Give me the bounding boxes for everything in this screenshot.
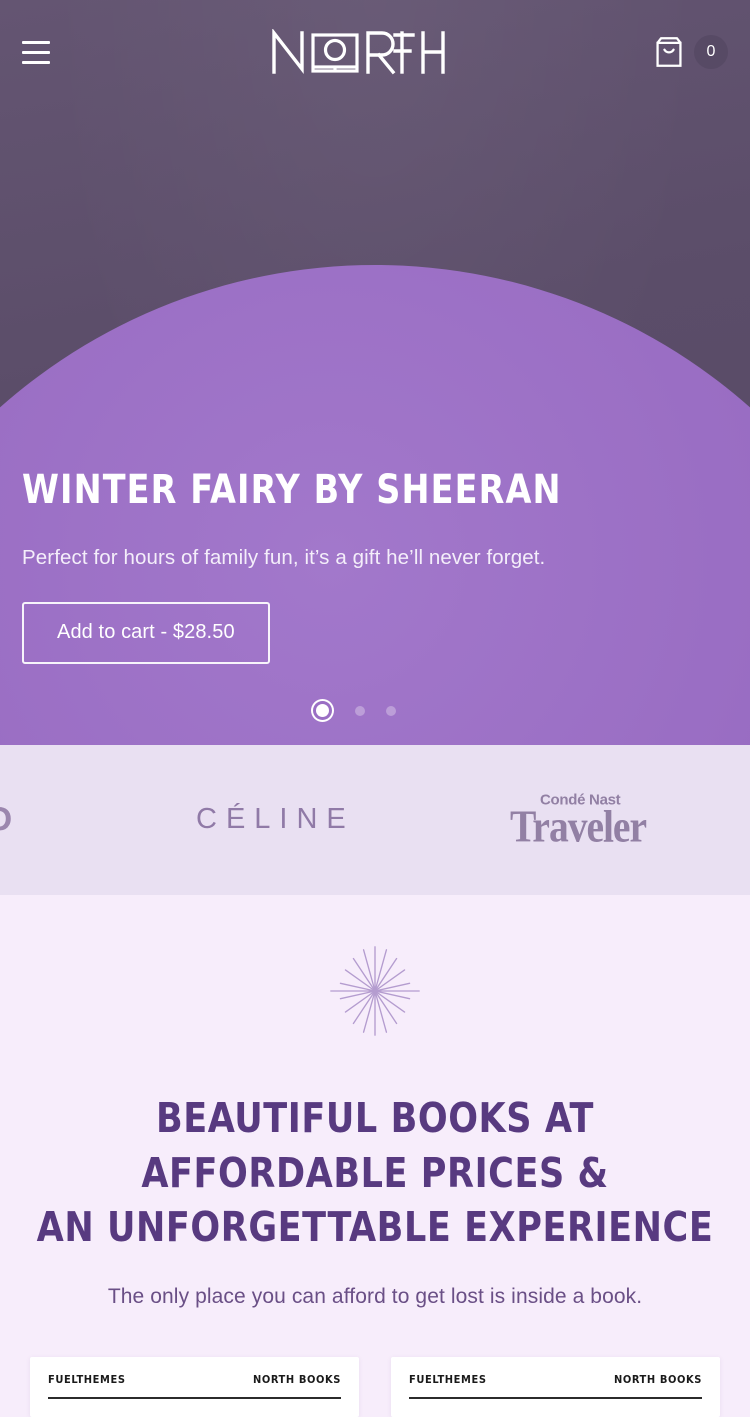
- hamburger-menu-icon[interactable]: [20, 32, 64, 72]
- cart-count-badge[interactable]: 0: [694, 35, 728, 69]
- book-card-divider: [409, 1396, 702, 1399]
- hero-content: WINTER FAIRY BY SHEERAN Perfect for hour…: [22, 470, 728, 745]
- add-to-cart-button[interactable]: Add to cart - $28.50: [22, 602, 270, 664]
- brand-logos-band: ED CÉLINE Condé Nast Traveler: [0, 745, 750, 895]
- cart-area[interactable]: 0: [654, 35, 728, 69]
- book-card-divider: [48, 1396, 341, 1399]
- book-card-list: FUELTHEMES NORTH BOOKS FUELTHEMES NORTH …: [0, 1356, 750, 1417]
- section-subheading: The only place you can afford to get los…: [107, 1284, 643, 1308]
- book-card[interactable]: FUELTHEMES NORTH BOOKS: [30, 1356, 359, 1417]
- carousel-dots: [0, 704, 706, 745]
- section-heading-line-2: AN UNFORGETTABLE EXPERIENCE: [36, 1203, 714, 1252]
- site-logo[interactable]: [271, 28, 447, 76]
- hero-title: WINTER FAIRY BY SHEERAN: [22, 467, 562, 514]
- brand-logo-celine: CÉLINE: [196, 802, 355, 835]
- carousel-dot-1[interactable]: [315, 704, 329, 717]
- intro-section: BEAUTIFUL BOOKS AT AFFORDABLE PRICES & A…: [0, 895, 750, 1417]
- book-card-header: FUELTHEMES NORTH BOOKS: [48, 1373, 341, 1386]
- book-card-publisher: NORTH BOOKS: [252, 1372, 341, 1386]
- brand-logo-conde-nast-traveler: Condé Nast Traveler: [510, 792, 668, 852]
- site-header: 0: [0, 0, 750, 104]
- menu-bar-2: [22, 50, 50, 54]
- hero-subtitle: Perfect for hours of family fun, it’s a …: [22, 546, 546, 570]
- book-card-brand: FUELTHEMES: [409, 1372, 487, 1386]
- traveler-label: Traveler: [510, 800, 647, 852]
- carousel-dot-3[interactable]: [385, 705, 396, 716]
- shopping-bag-icon[interactable]: [654, 36, 684, 68]
- menu-bar-3: [22, 60, 50, 64]
- book-card-brand: FUELTHEMES: [48, 1372, 126, 1386]
- book-card-publisher: NORTH BOOKS: [613, 1372, 702, 1386]
- menu-bar-1: [22, 40, 50, 44]
- north-logo-icon: [272, 29, 445, 75]
- book-card-header: FUELTHEMES NORTH BOOKS: [409, 1373, 702, 1386]
- hero-section: 0 WINTER FAIRY BY SHEERAN Perfect for ho…: [0, 0, 750, 745]
- starburst-icon: [330, 946, 420, 1036]
- section-heading: BEAUTIFUL BOOKS AT AFFORDABLE PRICES & A…: [19, 1091, 732, 1255]
- book-card[interactable]: FUELTHEMES NORTH BOOKS: [391, 1356, 720, 1417]
- carousel-dot-2[interactable]: [354, 705, 365, 716]
- brand-logo-wired: ED: [0, 801, 12, 840]
- section-heading-line-1: BEAUTIFUL BOOKS AT AFFORDABLE PRICES &: [141, 1094, 609, 1197]
